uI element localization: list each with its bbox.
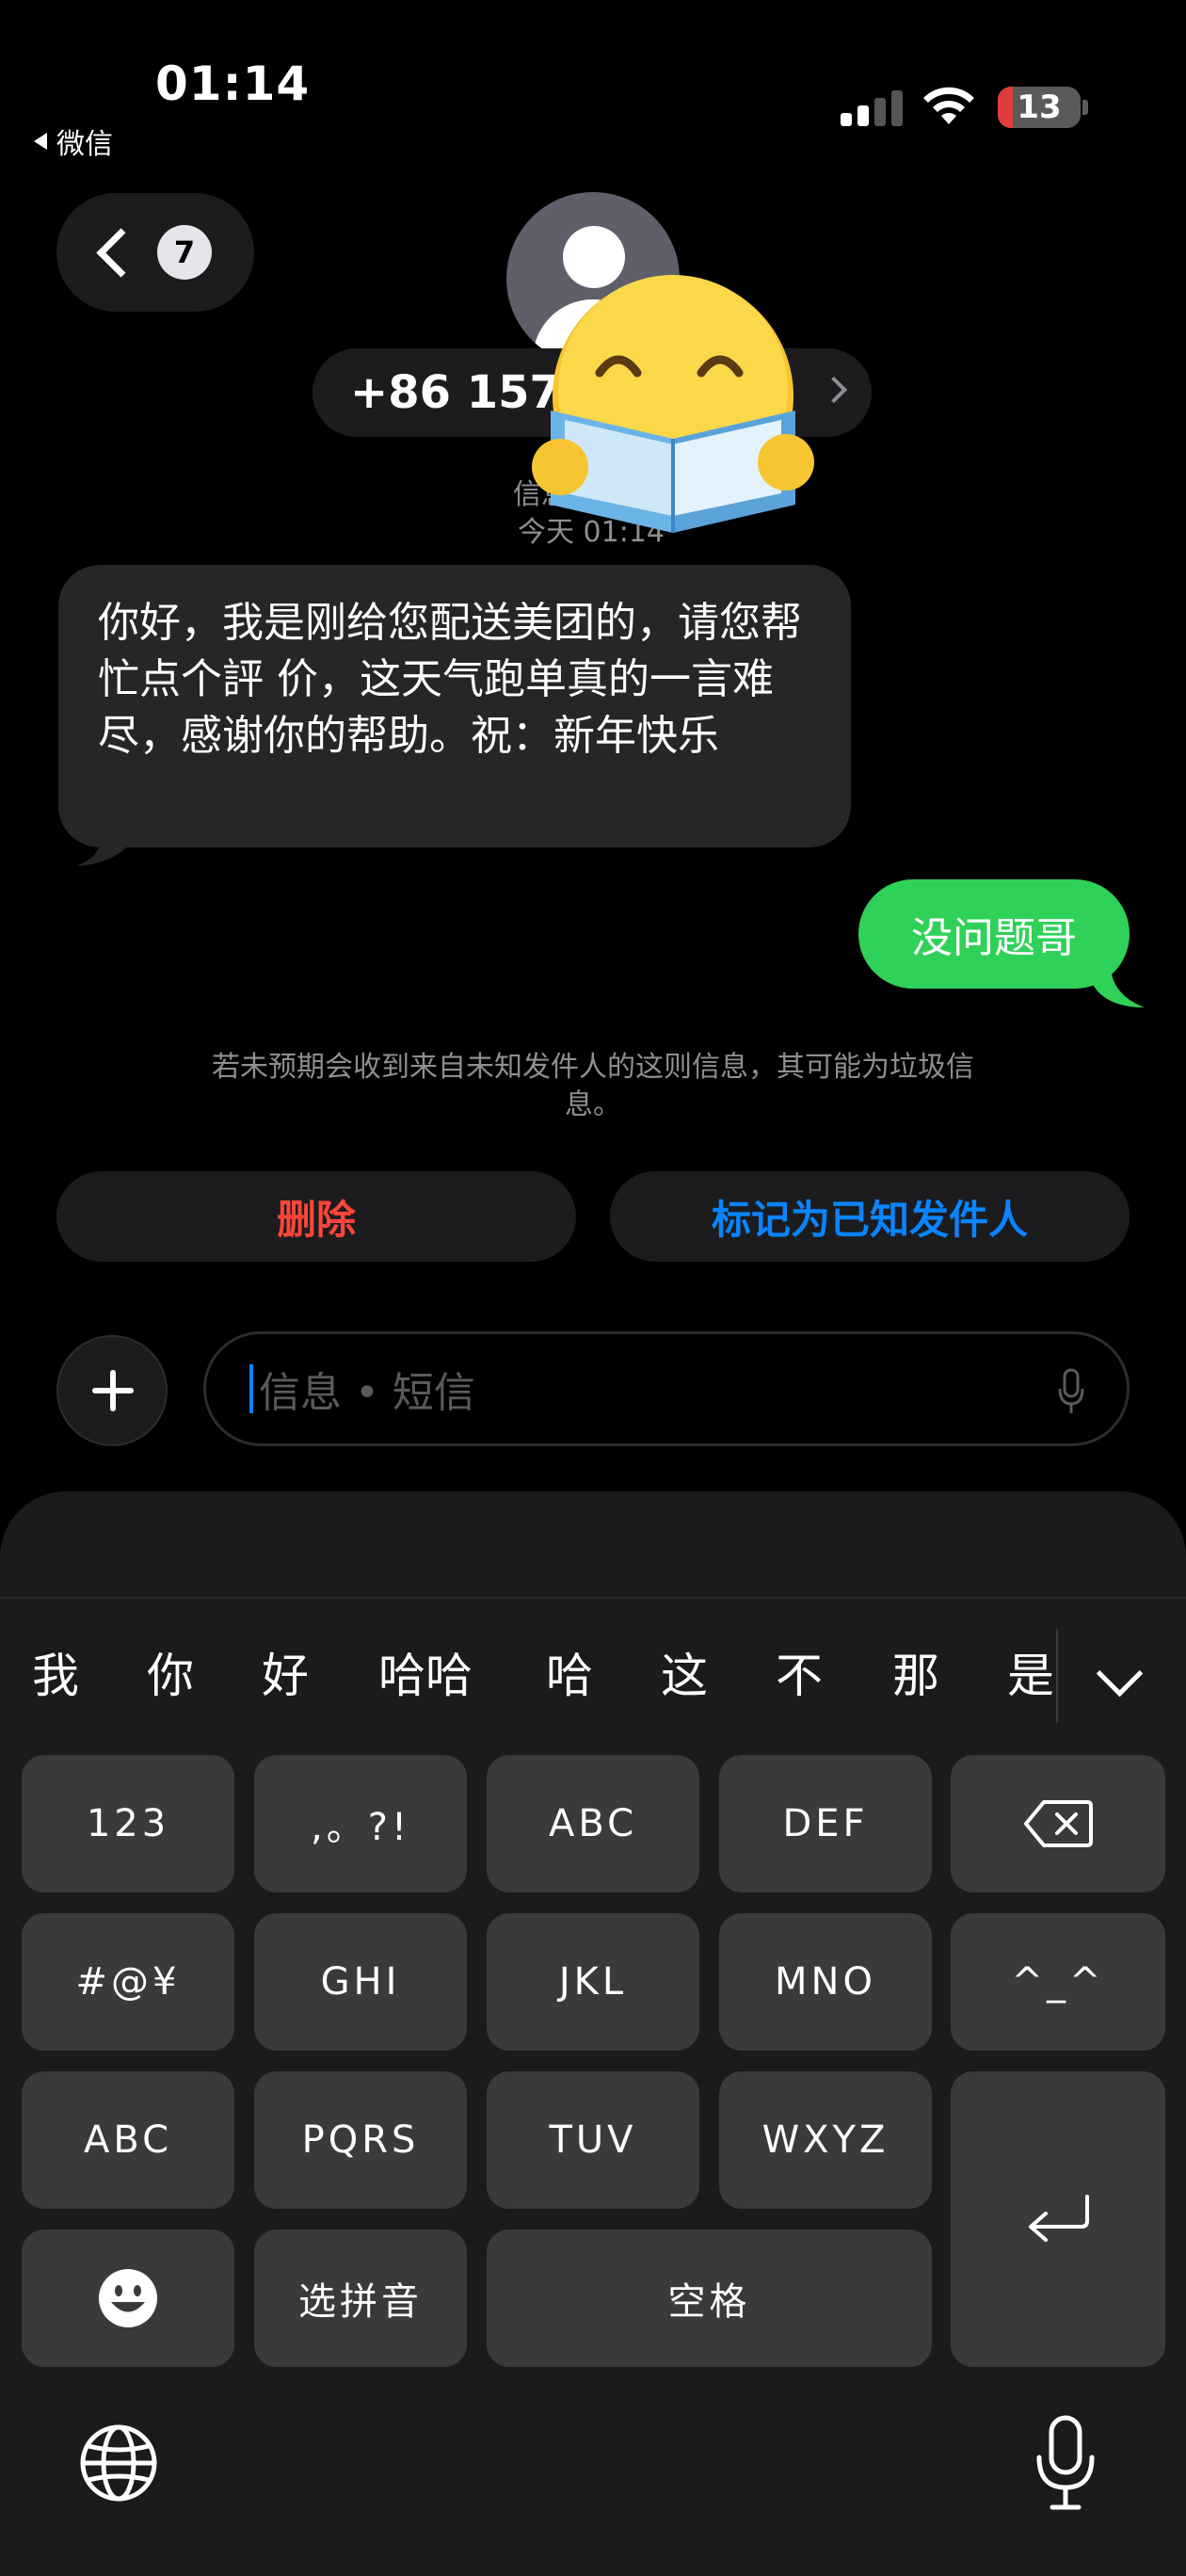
spam-notice: 若未预期会收到来自未知发件人的这则信息，其可能为垃圾信息。 (212, 1051, 974, 1121)
key-backspace[interactable] (951, 1755, 1165, 1892)
candidate-word[interactable]: 是 (1007, 1638, 1054, 1706)
key-mno[interactable]: MNO (719, 1913, 932, 2051)
key-wxyz[interactable]: WXYZ (719, 2071, 932, 2209)
globe-icon[interactable] (79, 2423, 158, 2503)
reading-emoji-sticker (532, 275, 814, 533)
back-to-app-link[interactable]: 微信 (34, 121, 113, 162)
battery-indicator: 13 (998, 87, 1088, 128)
key-return[interactable] (951, 2071, 1165, 2367)
key-jkl[interactable]: JKL (487, 1913, 699, 2051)
key-ghi[interactable]: GHI (254, 1913, 467, 2051)
candidate-word[interactable]: 这 (661, 1638, 708, 1706)
add-attachment-button[interactable] (56, 1335, 168, 1446)
keyboard-divider (0, 1597, 1186, 1599)
chevron-right-icon (820, 376, 848, 404)
key-def[interactable]: DEF (719, 1755, 932, 1892)
delete-button[interactable]: 删除 (56, 1171, 576, 1262)
candidate-word[interactable]: 我 (32, 1638, 79, 1706)
candidate-word[interactable]: 哈哈 (378, 1638, 473, 1706)
key-abc-switch[interactable]: ABC (22, 2071, 234, 2209)
backspace-icon (1024, 1800, 1093, 1847)
wifi-icon (923, 87, 974, 124)
dictation-mic-icon[interactable] (1057, 1368, 1085, 1415)
back-button[interactable]: 7 (56, 193, 254, 312)
outgoing-bubble-tail (1092, 970, 1145, 1007)
candidate-word[interactable]: 好 (262, 1638, 309, 1706)
key-space[interactable]: 空格 (487, 2230, 932, 2367)
status-time: 01:14 (155, 56, 311, 111)
back-triangle-icon (34, 133, 47, 150)
key-pqrs[interactable]: PQRS (254, 2071, 467, 2209)
key-emoji[interactable] (22, 2230, 234, 2367)
key-punctuation[interactable]: ,。?! (254, 1755, 467, 1892)
key-123[interactable]: 123 (22, 1755, 234, 1892)
chevron-left-icon (96, 227, 146, 278)
return-icon (1029, 2195, 1089, 2242)
outgoing-message-bubble[interactable]: 没问题哥 (858, 879, 1130, 989)
incoming-bubble-tail (75, 829, 132, 866)
message-input[interactable]: 信息 • 短信 (203, 1331, 1130, 1446)
candidate-word[interactable]: 哈 (546, 1638, 593, 1706)
battery-level: 13 (1017, 89, 1062, 126)
key-emoticon[interactable]: ^_^ (951, 1913, 1165, 2051)
key-symbols[interactable]: #@¥ (22, 1913, 234, 2051)
key-abc[interactable]: ABC (487, 1755, 699, 1892)
candidate-word[interactable]: 你 (147, 1638, 194, 1706)
key-tuv[interactable]: TUV (487, 2071, 699, 2209)
message-input-placeholder: 信息 • 短信 (259, 1369, 475, 1417)
unread-count-badge: 7 (157, 225, 212, 280)
candidate-word[interactable]: 那 (892, 1638, 939, 1706)
back-app-label: 微信 (56, 128, 113, 161)
key-select-pinyin[interactable]: 选拼音 (254, 2230, 467, 2367)
mark-known-sender-button[interactable]: 标记为已知发件人 (610, 1171, 1130, 1262)
emoji-smiley-icon (99, 2269, 157, 2327)
cellular-signal-icon (841, 89, 903, 126)
text-caret (249, 1364, 253, 1413)
candidate-bar: 我 你 好 哈哈 哈 这 不 那 是 (0, 1638, 1186, 1714)
keyboard-mic-icon[interactable] (1035, 2414, 1096, 2512)
candidate-word[interactable]: 不 (776, 1638, 823, 1706)
incoming-message-bubble[interactable]: 你好，我是刚给您配送美团的，请您帮忙点个評 价，这天气跑单真的一言难尽，感谢你的… (58, 565, 851, 847)
candidate-separator (1056, 1629, 1058, 1723)
